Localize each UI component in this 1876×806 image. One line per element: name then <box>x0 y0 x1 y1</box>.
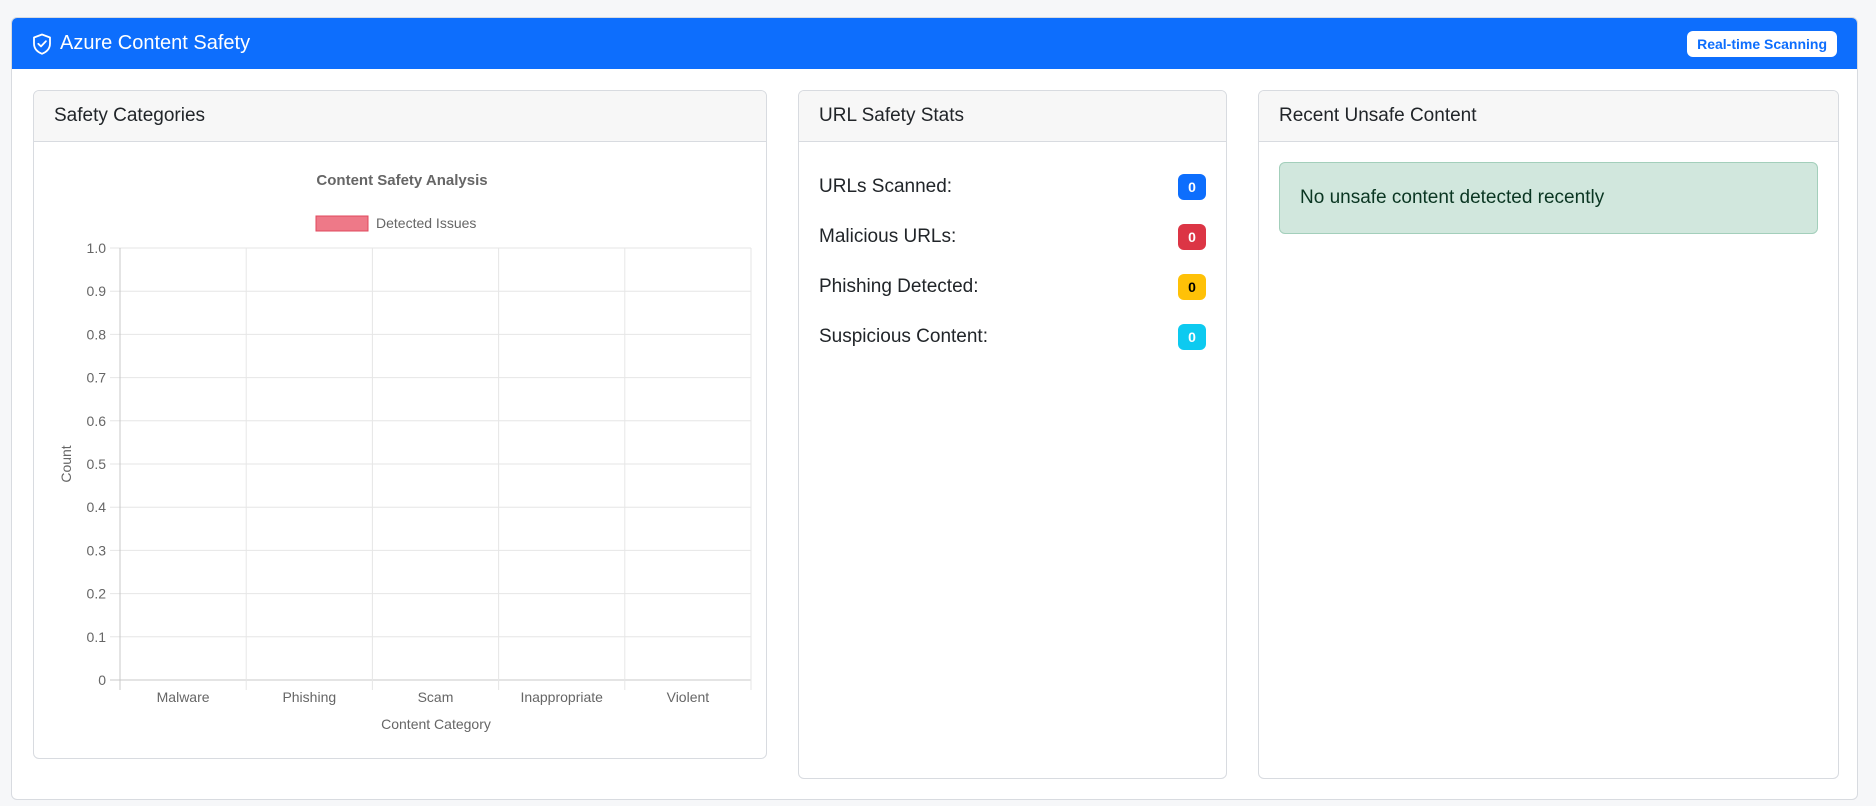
stat-row-urls-scanned: URLs Scanned: 0 <box>819 162 1206 212</box>
y-tick-label: 0.9 <box>87 283 107 299</box>
y-tick-label: 0.2 <box>87 586 107 602</box>
stat-badge-suspicious-content: 0 <box>1178 324 1206 350</box>
x-tick-label: Violent <box>667 689 710 705</box>
y-tick-label: 0.4 <box>87 499 107 515</box>
safety-categories-header: Safety Categories <box>34 91 766 142</box>
shield-check-icon <box>32 33 52 55</box>
stat-label: Malicious URLs: <box>819 226 957 247</box>
url-stats-list: URLs Scanned: 0 Malicious URLs: 0 Phishi… <box>799 142 1226 362</box>
stat-badge-phishing-detected: 0 <box>1178 274 1206 300</box>
app-title: Azure Content Safety <box>60 32 251 54</box>
stat-row-phishing-detected: Phishing Detected: 0 <box>819 262 1206 312</box>
realtime-scanning-badge: Real-time Scanning <box>1687 30 1837 57</box>
legend-label-detected-issues: Detected Issues <box>376 215 476 231</box>
recent-unsafe-content-header: Recent Unsafe Content <box>1259 91 1838 142</box>
x-tick-label: Inappropriate <box>520 689 603 705</box>
chart-svg: Content Safety Analysis Detected Issues 0 0… <box>58 172 752 732</box>
no-unsafe-content-alert: No unsafe content detected recently <box>1279 162 1818 234</box>
stat-label: URLs Scanned: <box>819 176 953 197</box>
x-axis-title: Content Category <box>381 716 491 732</box>
recent-unsafe-content-card: Recent Unsafe Content No unsafe content … <box>1258 90 1839 779</box>
stat-badge-malicious-urls: 0 <box>1178 224 1206 250</box>
stat-row-suspicious-content: Suspicious Content: 0 <box>819 312 1206 362</box>
y-tick-label: 0.1 <box>87 629 107 645</box>
y-tick-label: 1.0 <box>87 240 107 256</box>
chart-title: Content Safety Analysis <box>316 172 487 189</box>
url-safety-stats-card: URL Safety Stats URLs Scanned: 0 Malicio… <box>798 90 1227 779</box>
stat-label: Phishing Detected: <box>819 276 979 297</box>
x-tick-label: Scam <box>418 689 454 705</box>
stat-label: Suspicious Content: <box>819 326 988 347</box>
content-safety-chart: Content Safety Analysis Detected Issues 0 0… <box>34 142 766 758</box>
dashboard-container: Azure Content Safety Real-time Scanning … <box>11 17 1858 800</box>
top-navbar: Azure Content Safety Real-time Scanning <box>12 18 1857 69</box>
app-brand[interactable]: Azure Content Safety <box>32 32 250 55</box>
x-tick-label: Malware <box>157 689 210 705</box>
url-safety-stats-header: URL Safety Stats <box>799 91 1226 142</box>
x-tick-label: Phishing <box>282 689 336 705</box>
y-tick-label: 0.3 <box>87 542 107 558</box>
legend-swatch-detected-issues <box>315 215 369 232</box>
y-tick-label: 0.8 <box>87 326 107 342</box>
stat-badge-urls-scanned: 0 <box>1178 174 1206 200</box>
stat-row-malicious-urls: Malicious URLs: 0 <box>819 212 1206 262</box>
y-tick-label: 0.6 <box>87 413 107 429</box>
y-tick-label: 0 <box>98 672 106 688</box>
y-tick-label: 0.7 <box>87 370 107 386</box>
y-axis-title: Count <box>58 445 74 482</box>
safety-categories-card: Safety Categories Content Safety Analysi… <box>33 90 767 759</box>
y-tick-label: 0.5 <box>87 456 107 472</box>
